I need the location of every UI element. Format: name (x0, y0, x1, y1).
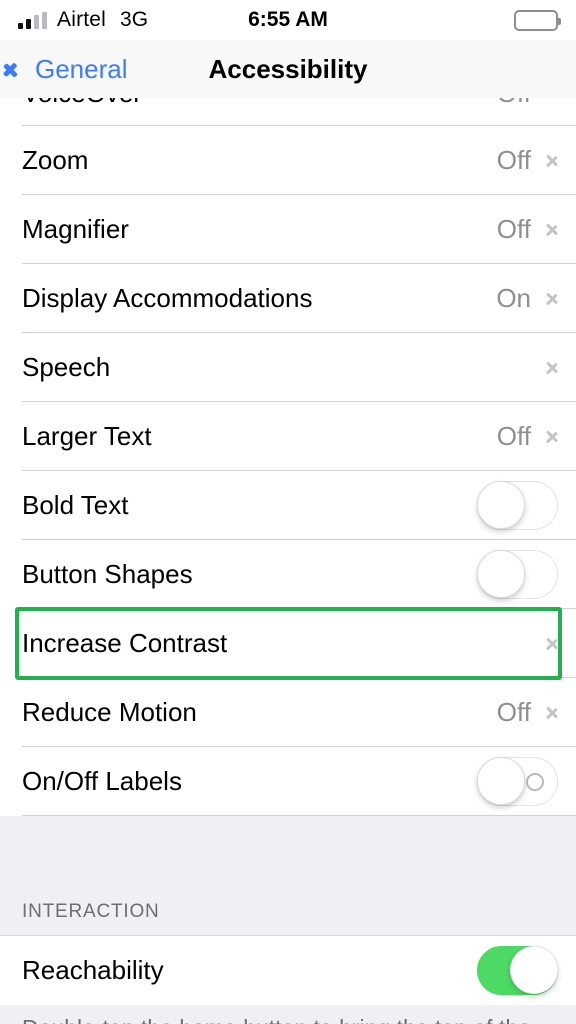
settings-row-larger-text[interactable]: Larger Text Off (0, 402, 576, 471)
back-button-label: General (35, 53, 128, 84)
iphone-screen: Airtel 3G 6:55 AM General Accessibility … (0, 0, 576, 1024)
footer-text: Double-tap the home button to bring the … (22, 1015, 531, 1024)
status-bar-right (514, 9, 561, 31)
chevron-right-icon (545, 150, 558, 172)
network-type-label: 3G (120, 8, 149, 31)
toggle-off-label-icon (526, 772, 544, 791)
toggle-on-off-labels[interactable] (477, 757, 558, 806)
chevron-right-icon (545, 702, 558, 724)
row-value: Off (496, 697, 531, 727)
settings-row-bold-text[interactable]: Bold Text (0, 471, 576, 540)
chevron-right-icon (545, 288, 558, 310)
settings-row-reachability[interactable]: Reachability (0, 936, 576, 1005)
row-label: On/Off Labels (22, 766, 182, 796)
interaction-settings-group: Reachability (0, 936, 576, 1005)
row-label: VoiceOver (22, 98, 497, 109)
toggle-knob (510, 946, 558, 994)
signal-bars-icon (18, 11, 47, 29)
row-value: On (496, 283, 531, 313)
section-footer-note: Double-tap the home button to bring the … (0, 1005, 576, 1024)
toggle-knob (477, 481, 525, 529)
row-label: Larger Text (22, 421, 152, 451)
row-label: Speech (22, 352, 111, 382)
row-value: Off (497, 98, 531, 109)
settings-row-on-off-labels[interactable]: On/Off Labels (0, 747, 576, 816)
settings-row-magnifier[interactable]: Magnifier Off (0, 195, 576, 264)
settings-row-zoom[interactable]: Zoom Off (0, 126, 576, 195)
status-bar-left: Airtel 3G (18, 8, 148, 32)
settings-list: VoiceOverOffZoomOffMagnifierOffDisplay A… (0, 98, 576, 1024)
group-separator (0, 816, 576, 894)
chevron-right-icon (545, 633, 558, 655)
battery-icon (514, 9, 561, 31)
row-label: Button Shapes (22, 559, 193, 589)
toggle-reachability[interactable] (477, 946, 558, 995)
chevron-left-icon (14, 56, 29, 82)
status-bar: Airtel 3G 6:55 AM (0, 0, 576, 40)
row-label: Bold Text (22, 490, 129, 520)
toggle-bold-text[interactable] (477, 481, 558, 530)
chevron-right-icon (545, 219, 558, 241)
settings-row-speech[interactable]: Speech (0, 333, 576, 402)
row-value: Off (496, 214, 531, 244)
settings-row-display-accommodations[interactable]: Display Accommodations On (0, 264, 576, 333)
row-label: Reachability (22, 955, 164, 985)
back-button[interactable]: General (14, 54, 128, 85)
settings-row-reduce-motion[interactable]: Reduce Motion Off (0, 678, 576, 747)
toggle-button-shapes[interactable] (477, 550, 558, 599)
row-value: Off (496, 145, 531, 175)
interaction-section-header: INTERACTION (0, 894, 576, 936)
row-value: Off (496, 421, 531, 451)
vision-settings-group: VoiceOverOffZoomOffMagnifierOffDisplay A… (0, 98, 576, 816)
toggle-knob (477, 757, 525, 805)
settings-row-button-shapes[interactable]: Button Shapes (0, 540, 576, 609)
toggle-knob (477, 550, 525, 598)
chevron-right-icon (545, 98, 558, 100)
row-label: Increase Contrast (22, 628, 228, 658)
chevron-right-icon (545, 426, 558, 448)
settings-row-increase-contrast[interactable]: Increase Contrast (0, 609, 576, 678)
row-label: Reduce Motion (22, 697, 197, 727)
settings-row-voiceover[interactable]: VoiceOverOff (0, 98, 576, 126)
row-label: Zoom (22, 145, 89, 175)
row-label: Magnifier (22, 214, 129, 244)
row-label: Display Accommodations (22, 283, 313, 313)
navigation-bar: General Accessibility (0, 40, 576, 98)
carrier-label: Airtel (57, 8, 107, 31)
chevron-right-icon (545, 357, 558, 379)
